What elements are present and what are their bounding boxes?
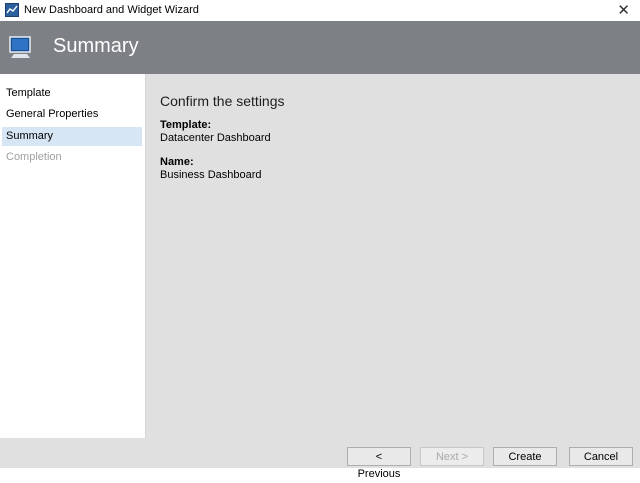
section-title: Confirm the settings bbox=[160, 93, 285, 109]
template-label: Template: bbox=[160, 119, 212, 131]
nav-item-completion: Completion bbox=[6, 151, 62, 163]
button-bar: < Previous Next > Create Cancel bbox=[0, 438, 640, 480]
create-button[interactable]: Create bbox=[493, 447, 557, 466]
header-banner: Summary bbox=[0, 21, 640, 74]
page-heading: Summary bbox=[53, 35, 139, 57]
next-button: Next > bbox=[420, 447, 484, 466]
nav-item-general-properties[interactable]: General Properties bbox=[0, 105, 142, 124]
title-bar: New Dashboard and Widget Wizard ✕ bbox=[0, 0, 640, 21]
main-content: Confirm the settings Template: Datacente… bbox=[146, 74, 640, 438]
monitor-icon bbox=[9, 36, 31, 58]
wizard-steps-nav: Template General Properties Summary Comp… bbox=[0, 74, 146, 438]
name-value: Business Dashboard bbox=[160, 169, 262, 181]
previous-button[interactable]: < Previous bbox=[347, 447, 411, 480]
cancel-button[interactable]: Cancel bbox=[569, 447, 633, 466]
nav-item-summary[interactable]: Summary bbox=[2, 127, 142, 146]
window-title: New Dashboard and Widget Wizard bbox=[24, 4, 199, 16]
app-icon bbox=[5, 3, 19, 17]
template-value: Datacenter Dashboard bbox=[160, 132, 271, 144]
close-icon[interactable]: ✕ bbox=[617, 1, 630, 19]
name-label: Name: bbox=[160, 156, 194, 168]
nav-item-template[interactable]: Template bbox=[0, 84, 142, 103]
